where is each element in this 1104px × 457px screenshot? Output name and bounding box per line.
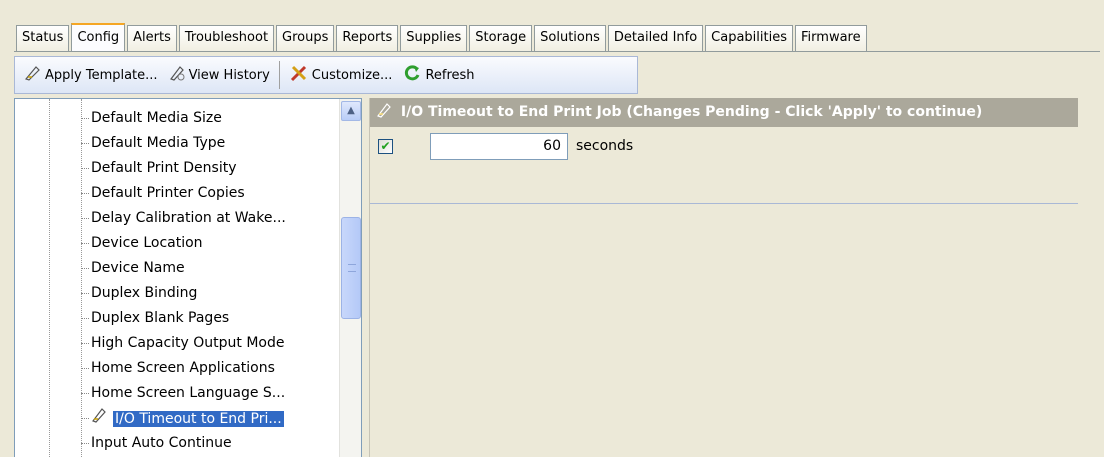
tree-item[interactable]: Delay Calibration at Wake... [15, 207, 341, 232]
tree-item-label: Input Auto Continue [91, 435, 232, 451]
tree-item[interactable]: Duplex Blank Pages [15, 307, 341, 332]
pending-change-icon [376, 103, 399, 120]
setting-row: ✔ 60 seconds [370, 127, 1078, 204]
customize-button[interactable]: Customize... [284, 61, 398, 89]
tree-item[interactable]: Default Media Size [15, 107, 341, 132]
units-label: seconds [576, 138, 634, 154]
tab-troubleshoot[interactable]: Troubleshoot [178, 25, 275, 51]
tree-item-label: Duplex Blank Pages [91, 310, 230, 326]
tree-item[interactable]: Device Name [15, 257, 341, 282]
tree-item-label: Device Name [91, 260, 185, 276]
view-history-label: View History [188, 67, 270, 83]
scroll-grip-icon [348, 264, 356, 272]
tab-solutions[interactable]: Solutions [534, 25, 606, 51]
history-icon [168, 64, 186, 86]
settings-tree[interactable]: Default Media Size Default Media Type De… [14, 98, 362, 457]
tree-item[interactable]: Home Screen Language S... [15, 382, 341, 407]
refresh-label: Refresh [425, 67, 475, 83]
tab-storage[interactable]: Storage [469, 25, 533, 51]
timeout-input[interactable]: 60 [430, 133, 568, 160]
tree-item-label: Home Screen Applications [91, 360, 275, 376]
apply-template-button[interactable]: Apply Template... [19, 61, 163, 89]
tree-scrollbar[interactable]: ▲ [339, 99, 361, 457]
tree-item[interactable]: Default Print Density [15, 157, 341, 182]
toolbar: Apply Template... View History Customize… [14, 56, 638, 94]
setting-header: I/O Timeout to End Print Job (Changes Pe… [370, 98, 1078, 127]
tree-item[interactable]: Duplex Binding [15, 282, 341, 307]
tab-supplies[interactable]: Supplies [400, 25, 468, 51]
tools-icon [289, 63, 309, 87]
tree-item-label: Device Location [91, 235, 203, 251]
template-icon [24, 64, 42, 86]
tree-item-label: I/O Timeout to End Pri... [113, 411, 284, 427]
enable-checkbox[interactable]: ✔ [378, 139, 393, 154]
tab-strip: Status Config Alerts Troubleshoot Groups… [0, 0, 1104, 56]
tree-item-label: Default Media Size [91, 110, 222, 126]
tree-item-label: Home Screen Language S... [91, 385, 286, 401]
customize-label: Customize... [311, 67, 393, 83]
setting-pane: I/O Timeout to End Print Job (Changes Pe… [369, 98, 1078, 457]
refresh-button[interactable]: Refresh [397, 61, 479, 89]
toolbar-separator [278, 61, 280, 89]
tree-item-label: Default Media Type [91, 135, 226, 151]
tree-item-label: High Capacity Output Mode [91, 335, 285, 351]
scroll-up-button[interactable]: ▲ [341, 101, 361, 121]
tab-capabilities[interactable]: Capabilities [705, 25, 794, 51]
tree-item-selected[interactable]: I/O Timeout to End Pri... [15, 407, 341, 432]
setting-title: I/O Timeout to End Print Job (Changes Pe… [400, 104, 983, 120]
tree-item[interactable]: Home Screen Applications [15, 357, 341, 382]
view-history-button[interactable]: View History [163, 61, 275, 89]
apply-template-label: Apply Template... [45, 67, 158, 83]
tab-config[interactable]: Config [71, 23, 126, 52]
refresh-icon [402, 63, 422, 87]
tree-item[interactable]: Input Auto Continue [15, 432, 341, 457]
tab-divider [14, 51, 1100, 52]
tree-item-label: Delay Calibration at Wake... [91, 210, 286, 226]
pending-change-icon [91, 407, 113, 430]
tab-groups[interactable]: Groups [276, 25, 335, 51]
tab-alerts[interactable]: Alerts [127, 25, 177, 51]
scroll-thumb[interactable] [341, 217, 361, 319]
tab-firmware[interactable]: Firmware [795, 25, 867, 51]
tree-item-label: Default Printer Copies [91, 185, 245, 201]
tree-item[interactable]: Default Printer Copies [15, 182, 341, 207]
tree-item[interactable]: High Capacity Output Mode [15, 332, 341, 357]
tree-item-label: Default Print Density [91, 160, 237, 176]
tab-detailed-info[interactable]: Detailed Info [607, 25, 704, 51]
tab-bar: Status Config Alerts Troubleshoot Groups… [16, 23, 869, 52]
tab-reports[interactable]: Reports [336, 25, 399, 51]
tree-item-label: Duplex Binding [91, 285, 198, 301]
tab-status[interactable]: Status [16, 25, 70, 51]
tree-item[interactable]: Device Location [15, 232, 341, 257]
tree-items: Default Media Size Default Media Type De… [15, 107, 341, 457]
tree-item[interactable]: Default Media Type [15, 132, 341, 157]
